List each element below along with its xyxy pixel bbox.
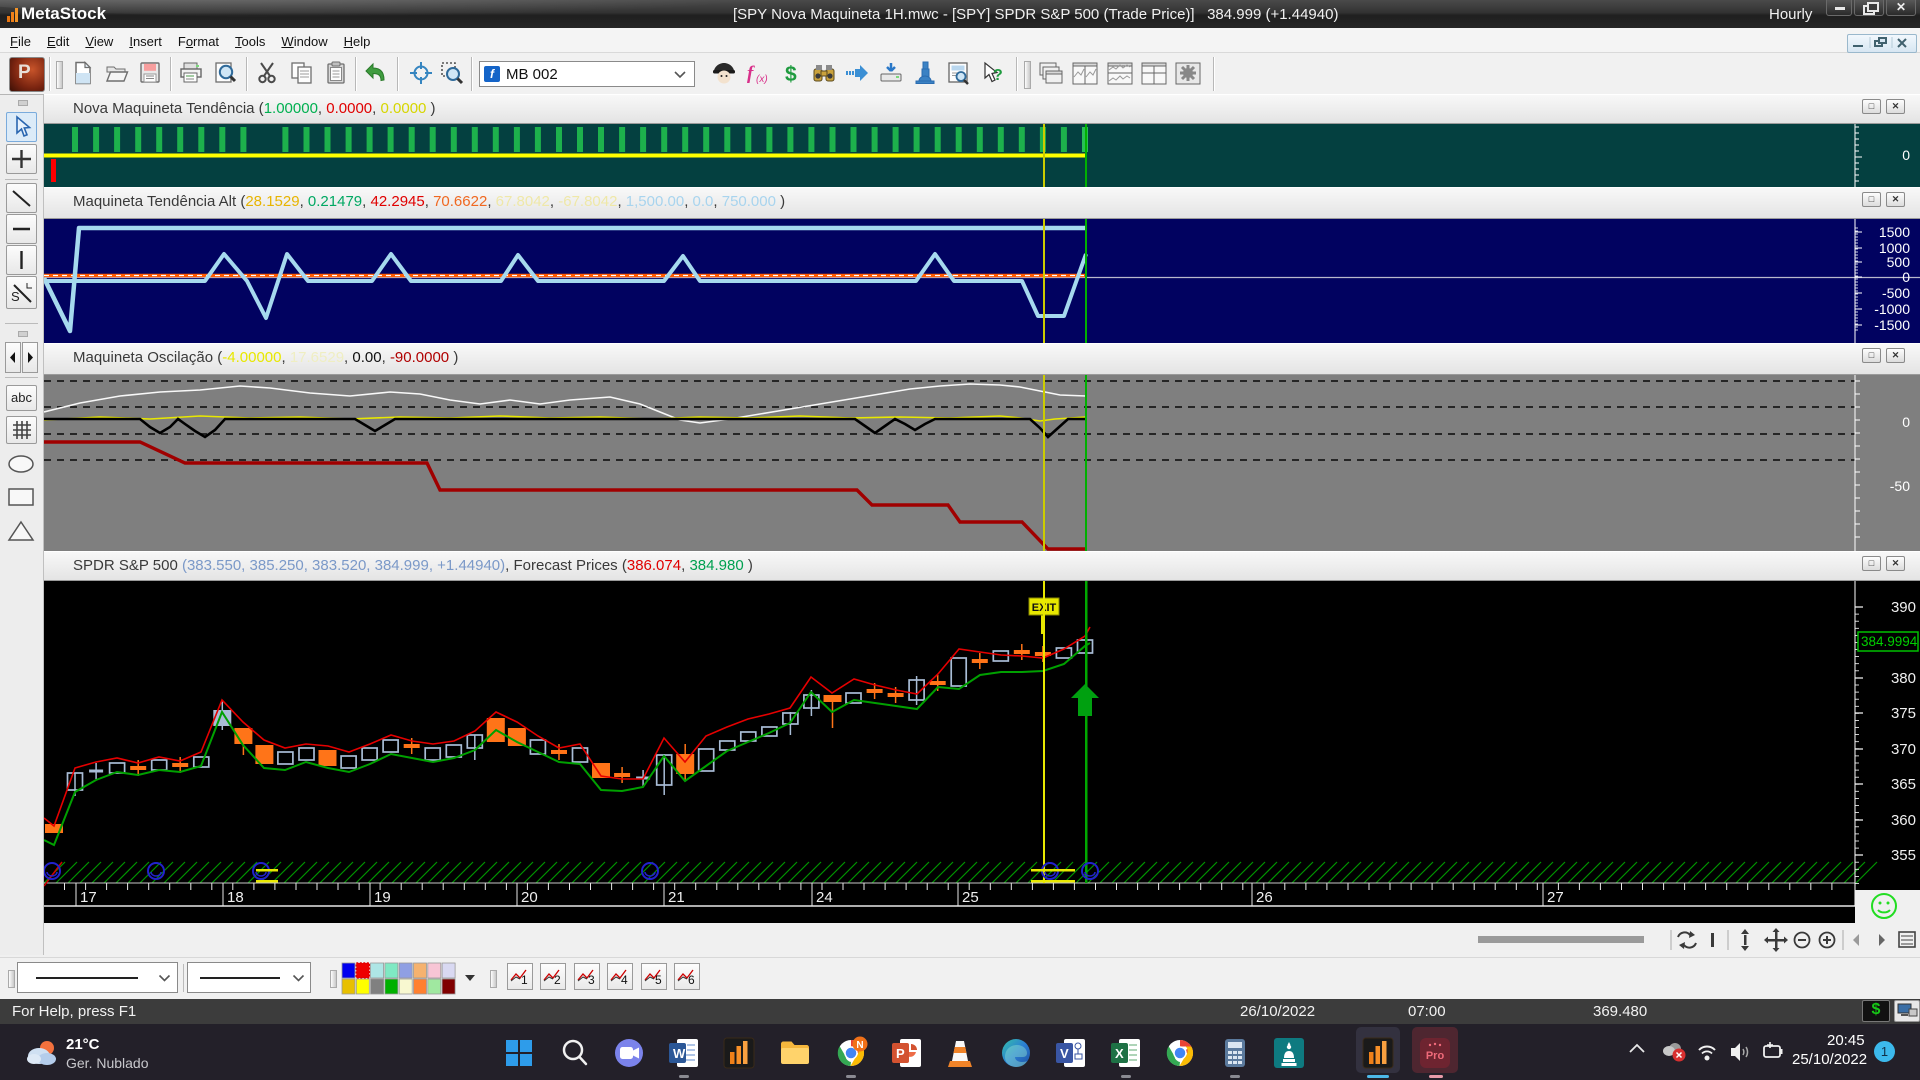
svg-text:6: 6 [688, 973, 695, 987]
svg-text:390: 390 [1891, 599, 1916, 616]
svg-text:W: W [673, 1046, 686, 1061]
svg-text:500: 500 [1887, 254, 1911, 270]
svg-text:P: P [896, 1046, 905, 1061]
svg-text:(x): (x) [756, 74, 768, 85]
svg-text:-1500: -1500 [1874, 317, 1910, 333]
svg-text:3: 3 [588, 973, 595, 987]
svg-text:Pro: Pro [1426, 1050, 1445, 1062]
svg-text:-500: -500 [1882, 285, 1910, 301]
svg-text:0: 0 [1902, 269, 1910, 285]
svg-text:1500: 1500 [1879, 224, 1910, 240]
svg-text:V: V [1060, 1046, 1069, 1061]
svg-text:-1000: -1000 [1874, 301, 1910, 317]
svg-text:365: 365 [1891, 776, 1916, 793]
svg-text:?: ? [993, 67, 1003, 84]
svg-text:2: 2 [554, 973, 561, 987]
svg-text:5: 5 [655, 973, 662, 987]
svg-text:375: 375 [1891, 705, 1916, 722]
svg-text:N: N [856, 1040, 863, 1051]
svg-text:355: 355 [1891, 847, 1916, 864]
svg-text:-50: -50 [1890, 478, 1910, 494]
svg-text:25: 25 [962, 889, 979, 906]
svg-text:S: S [11, 289, 20, 304]
svg-text:21: 21 [668, 889, 685, 906]
svg-text:380: 380 [1891, 670, 1916, 687]
svg-text:370: 370 [1891, 741, 1916, 758]
svg-text:$: $ [785, 63, 797, 85]
svg-text:20: 20 [521, 889, 538, 906]
svg-text:18: 18 [227, 889, 244, 906]
svg-text:24: 24 [816, 889, 833, 906]
svg-text:27: 27 [1547, 889, 1564, 906]
svg-text:17: 17 [80, 889, 97, 906]
svg-text:0: 0 [1902, 414, 1910, 430]
svg-text:360: 360 [1891, 812, 1916, 829]
svg-text:f: f [747, 63, 755, 84]
svg-text:4: 4 [621, 973, 628, 987]
svg-text:19: 19 [374, 889, 391, 906]
svg-text:X: X [1115, 1046, 1124, 1061]
svg-text:1: 1 [521, 973, 528, 987]
svg-text:26: 26 [1256, 889, 1273, 906]
svg-text:384.9994: 384.9994 [1861, 634, 1918, 649]
svg-text:0: 0 [1902, 147, 1910, 163]
